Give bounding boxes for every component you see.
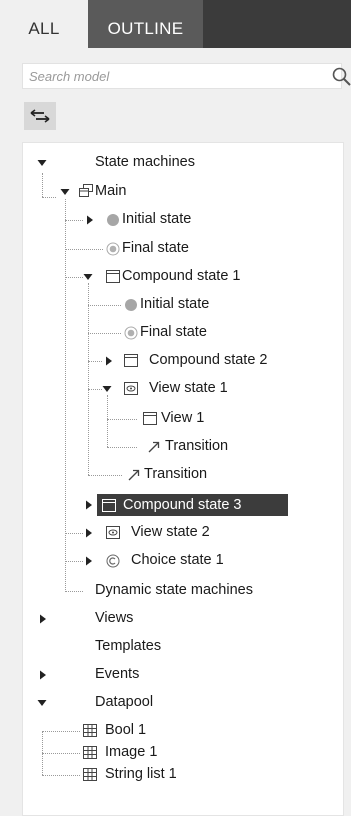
tree-guide-line bbox=[42, 775, 80, 776]
tree-item-label: Choice state 1 bbox=[131, 552, 224, 568]
collapse-arrow-icon[interactable] bbox=[36, 697, 48, 709]
transition-arrow-icon bbox=[147, 440, 161, 454]
expand-arrow-icon[interactable] bbox=[83, 499, 95, 511]
expand-arrow-icon[interactable] bbox=[83, 527, 95, 539]
tree-guide-line bbox=[65, 277, 83, 278]
collapse-arrow-icon[interactable] bbox=[101, 383, 113, 395]
tree-item-label: Bool 1 bbox=[105, 722, 147, 738]
tree-item-label: Image 1 bbox=[105, 744, 158, 760]
datapool-item-icon bbox=[83, 724, 97, 738]
tree-guide-line bbox=[107, 447, 137, 448]
tree-guide-line bbox=[88, 389, 102, 390]
view-icon bbox=[143, 412, 157, 426]
datapool-item-icon bbox=[83, 746, 97, 760]
collapse-arrow-icon[interactable] bbox=[59, 186, 71, 198]
search-input[interactable] bbox=[23, 64, 319, 88]
tree-item-label-selected: Compound state 3 bbox=[97, 494, 288, 516]
tree-item-label: Compound state 2 bbox=[149, 352, 268, 368]
compound-state-icon bbox=[124, 354, 138, 368]
tree-guide-line bbox=[65, 591, 83, 592]
tree-item-label: View 1 bbox=[161, 410, 205, 426]
datapool-item-icon bbox=[83, 768, 97, 782]
view-state-icon bbox=[124, 382, 138, 396]
tree-item-label: Templates bbox=[95, 638, 162, 654]
tree-item-label: Main bbox=[95, 183, 127, 199]
tab-bar: ALL OUTLINE bbox=[0, 0, 351, 48]
collapse-arrow-icon[interactable] bbox=[36, 157, 48, 169]
tree-guide-line bbox=[88, 475, 122, 476]
tree-item-label: Final state bbox=[140, 324, 207, 340]
expand-arrow-icon[interactable] bbox=[37, 613, 49, 625]
selected-item-text: Compound state 3 bbox=[123, 497, 242, 513]
choice-state-icon bbox=[106, 554, 120, 568]
compound-state-icon bbox=[102, 498, 116, 512]
tree-item-label: Datapool bbox=[95, 694, 154, 710]
tree-item-label: Final state bbox=[122, 240, 189, 256]
search-icon[interactable] bbox=[331, 66, 351, 88]
tree-item-label: Initial state bbox=[122, 211, 192, 227]
tree-guide-line bbox=[88, 333, 121, 334]
transition-arrow-icon bbox=[127, 468, 141, 482]
tree-guide-line bbox=[107, 395, 108, 447]
tree-item-label: Dynamic state machines bbox=[95, 582, 253, 598]
tree-item-label: Compound state 1 bbox=[122, 268, 241, 284]
tree-item-label: String list 1 bbox=[105, 766, 177, 782]
collapse-arrow-icon[interactable] bbox=[82, 271, 94, 283]
tab-all[interactable]: ALL bbox=[0, 0, 88, 48]
expand-arrow-icon[interactable] bbox=[103, 355, 115, 367]
tab-outline[interactable]: OUTLINE bbox=[88, 0, 203, 48]
view-state-icon bbox=[106, 526, 120, 540]
expand-arrow-icon[interactable] bbox=[37, 669, 49, 681]
tree-guide-line bbox=[65, 561, 83, 562]
tree-item-label: View state 2 bbox=[131, 524, 210, 540]
tree-guide-line bbox=[65, 533, 83, 534]
sync-selection-button[interactable] bbox=[24, 102, 56, 130]
tree-guide-line bbox=[88, 305, 121, 306]
tree-item-label: Transition bbox=[165, 438, 229, 454]
model-tree: State machines Main Initial state Final … bbox=[22, 142, 344, 816]
tree-guide-line bbox=[42, 753, 80, 754]
tree-item-label: Events bbox=[95, 666, 140, 682]
tree-guide-line bbox=[65, 249, 103, 250]
tree-item-label: State machines bbox=[95, 154, 195, 170]
expand-arrow-icon[interactable] bbox=[84, 214, 96, 226]
tree-guide-line bbox=[88, 283, 89, 475]
search-box bbox=[22, 63, 351, 89]
tree-guide-line bbox=[88, 361, 102, 362]
tree-guide-line bbox=[42, 173, 43, 197]
tree-item-label: Transition bbox=[144, 466, 208, 482]
tree-item-label: Initial state bbox=[140, 296, 210, 312]
tree-guide-line bbox=[107, 419, 137, 420]
expand-arrow-icon[interactable] bbox=[83, 555, 95, 567]
tree-guide-line bbox=[65, 220, 83, 221]
tree-item-label: Views bbox=[95, 610, 134, 626]
sync-selection-icon bbox=[30, 109, 50, 123]
tree-item-label: View state 1 bbox=[149, 380, 228, 396]
tree-guide-line bbox=[42, 731, 80, 732]
tree-guide-line bbox=[42, 197, 56, 198]
